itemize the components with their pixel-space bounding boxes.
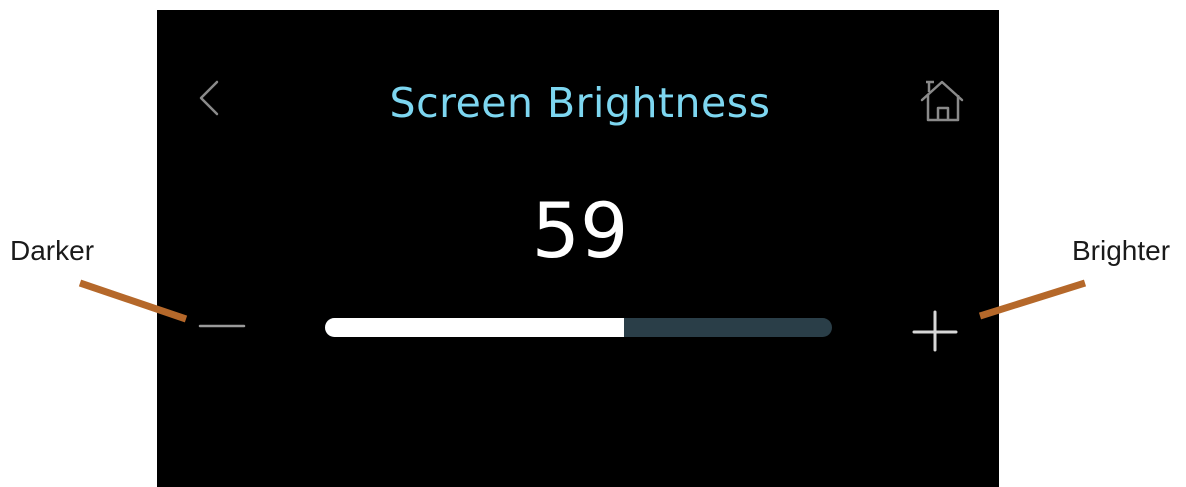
plus-button[interactable] [904,300,968,364]
plus-icon [912,310,958,352]
page-title: Screen Brightness [389,79,771,127]
brightness-value: 59 [531,186,629,275]
back-chevron-icon[interactable] [193,78,225,118]
brighter-callout-label: Brighter [1072,235,1171,266]
home-icon[interactable] [918,78,968,124]
minus-button[interactable] [188,300,258,352]
darker-callout-label: Darker [10,235,95,266]
brightness-slider-fill [325,318,625,337]
brightness-slider[interactable] [325,318,832,337]
